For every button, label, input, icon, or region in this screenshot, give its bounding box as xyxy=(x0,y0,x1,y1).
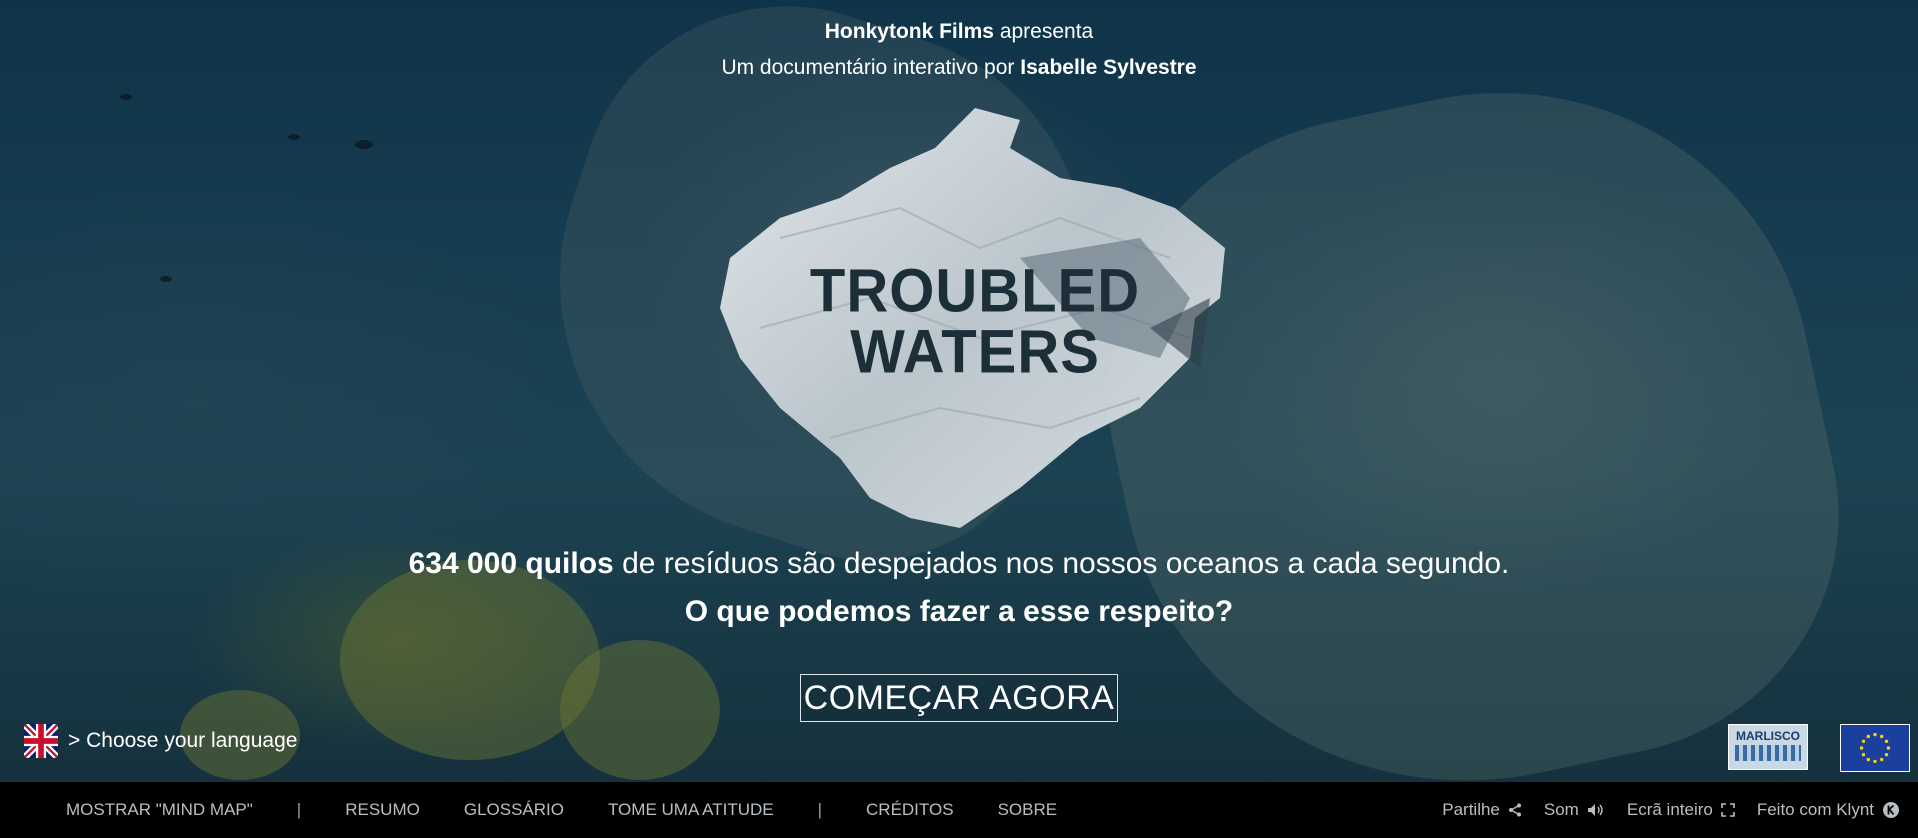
choose-language-label: > Choose your language xyxy=(68,729,298,752)
nav-take-action[interactable]: TOME UMA ATITUDE xyxy=(608,800,774,820)
marlisco-wave-graphic xyxy=(1735,745,1801,761)
studio-name: Honkytonk Films xyxy=(824,20,994,43)
made-with-klynt-label: Feito com Klynt xyxy=(1756,800,1874,819)
presents-text: apresenta xyxy=(999,20,1094,43)
fullscreen-label: Ecrã inteiro xyxy=(1626,800,1713,819)
made-with-klynt-link[interactable]: Feito com Klynt xyxy=(1757,800,1900,820)
speaker-icon xyxy=(1587,804,1603,816)
presenter-line: Honkytonk Films apresenta xyxy=(0,14,1918,50)
uk-flag-icon xyxy=(24,724,58,758)
fullscreen-button[interactable]: Ecrã inteiro xyxy=(1627,800,1735,820)
tagline: 634 000 quilos de resíduos são despejado… xyxy=(0,540,1918,636)
tagline-highlight: 634 000 quilos xyxy=(408,547,614,580)
fish xyxy=(120,94,132,100)
share-button[interactable]: Partilhe xyxy=(1442,800,1522,820)
player-tools: Partilhe Som Ecrã inteiro Feito com Klyn… xyxy=(1420,782,1900,838)
choose-language-link[interactable]: > Choose your language xyxy=(24,724,297,758)
marlisco-label: MARLISCO xyxy=(1736,729,1800,743)
tagline-question: O que podemos fazer a esse respeito? xyxy=(684,595,1234,628)
nav-about[interactable]: SOBRE xyxy=(998,800,1058,820)
logo-line-1: TROUBLED xyxy=(809,256,1141,326)
share-icon xyxy=(1508,803,1521,817)
author-line: Um documentário interativo por Isabelle … xyxy=(0,50,1918,86)
bottom-nav: MOSTRAR "MIND MAP" | RESUMO GLOSSÁRIO TO… xyxy=(66,800,1101,820)
nav-credits[interactable]: CRÉDITOS xyxy=(866,800,954,820)
bottom-bar: MOSTRAR "MIND MAP" | RESUMO GLOSSÁRIO TO… xyxy=(0,782,1918,838)
fish xyxy=(288,134,300,140)
start-now-button[interactable]: COMEÇAR AGORA xyxy=(800,674,1118,722)
nav-separator: | xyxy=(296,800,302,819)
author-name: Isabelle Sylvestre xyxy=(1020,56,1197,79)
klynt-icon xyxy=(1883,802,1899,818)
sound-button[interactable]: Som xyxy=(1544,800,1605,820)
nav-separator: | xyxy=(817,800,823,819)
documentary-by-text: Um documentário interativo por xyxy=(721,56,1015,79)
logo-line-2: WATERS xyxy=(850,317,1100,387)
tagline-statement: 634 000 quilos de resíduos são despejado… xyxy=(0,540,1918,588)
intro-credits: Honkytonk Films apresenta Um documentári… xyxy=(0,14,1918,86)
nav-mind-map[interactable]: MOSTRAR "MIND MAP" xyxy=(66,800,253,820)
fish xyxy=(355,140,373,149)
sound-label: Som xyxy=(1543,800,1579,819)
tagline-rest: de resíduos são despejados nos nossos oc… xyxy=(622,547,1510,580)
share-label: Partilhe xyxy=(1442,800,1500,819)
troubled-waters-logo: TROUBLED WATERS xyxy=(720,261,1230,383)
marlisco-logo[interactable]: MARLISCO xyxy=(1728,724,1808,770)
eu-flag-icon[interactable] xyxy=(1840,724,1910,772)
nav-summary[interactable]: RESUMO xyxy=(345,800,420,820)
coral xyxy=(560,640,720,780)
nav-glossary[interactable]: GLOSSÁRIO xyxy=(464,800,564,820)
fish xyxy=(160,276,172,282)
fullscreen-icon xyxy=(1721,803,1735,817)
